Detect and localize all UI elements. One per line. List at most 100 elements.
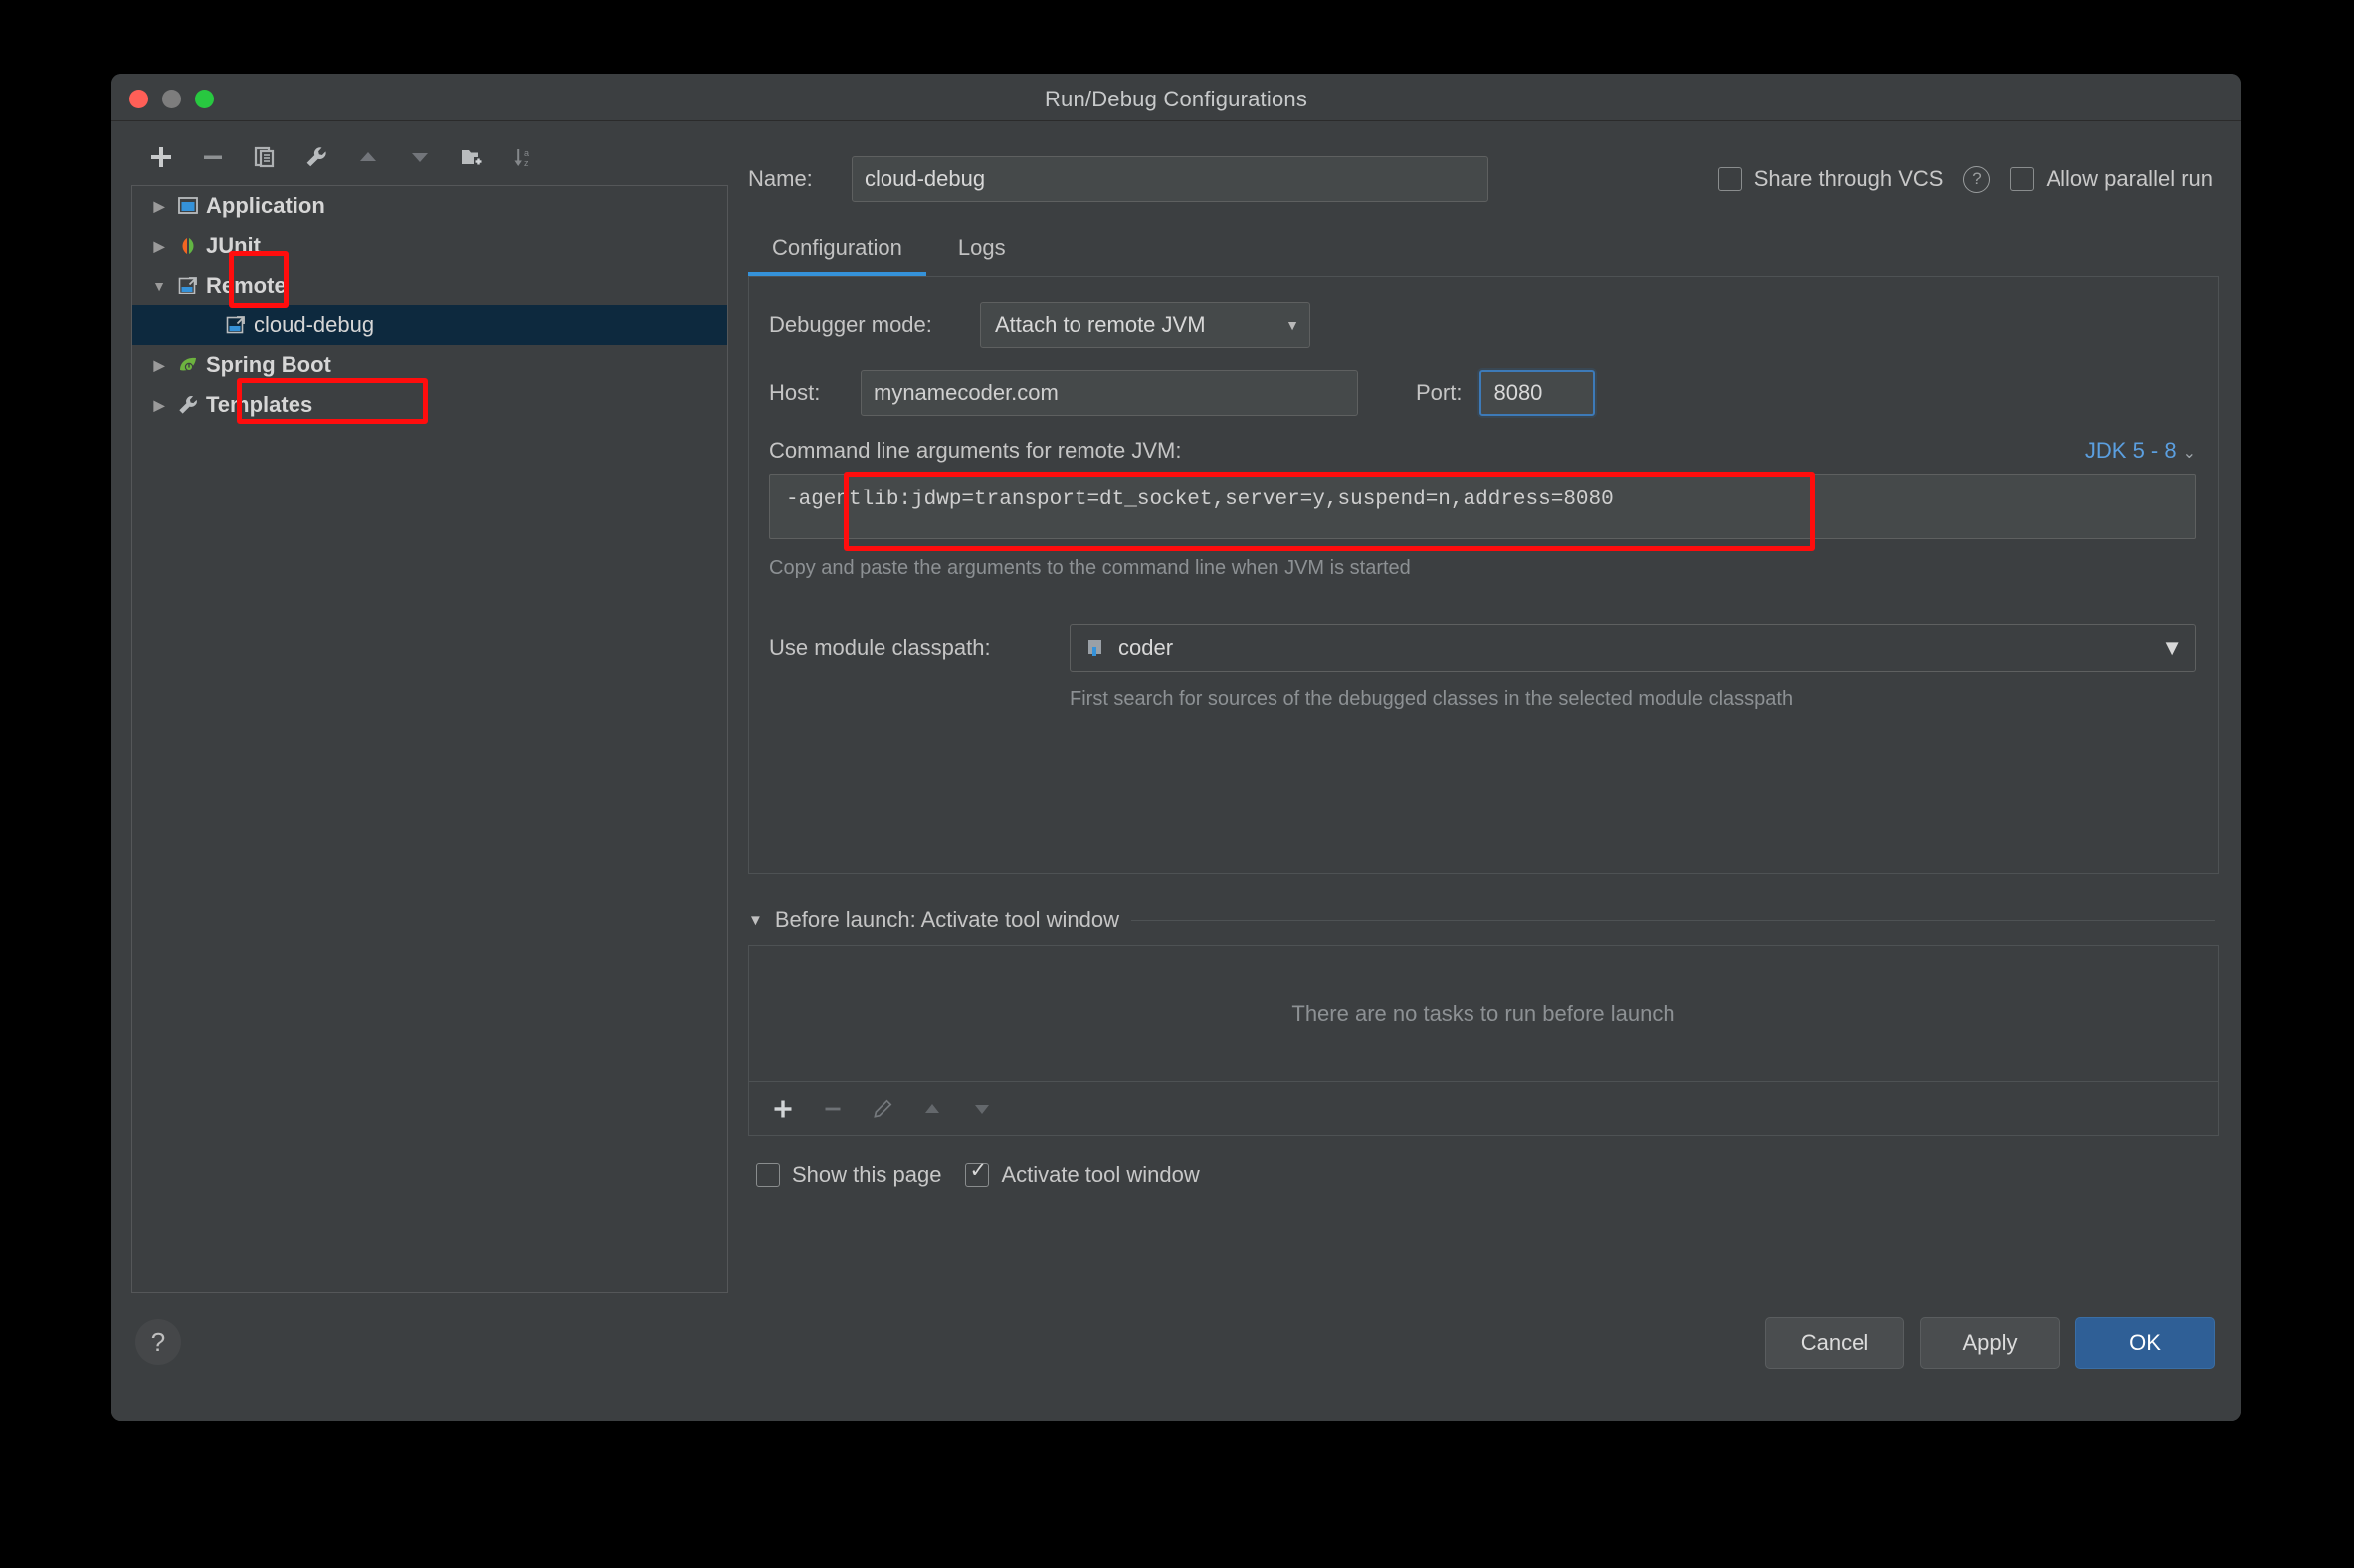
show-this-page-checkbox[interactable]: Show this page — [756, 1162, 941, 1188]
debugger-mode-row: Debugger mode: Attach to remote JVM ▼ — [769, 302, 2218, 348]
arrow-down-icon — [412, 153, 428, 162]
copy-configuration-button[interactable] — [241, 135, 289, 179]
move-down-button[interactable] — [396, 135, 444, 179]
before-launch-task-list[interactable]: There are no tasks to run before launch — [748, 945, 2219, 1082]
allow-parallel-run-checkbox[interactable]: Allow parallel run — [2010, 166, 2213, 192]
jdk-version-link[interactable]: JDK 5 - 8 ⌄ — [2085, 438, 2196, 464]
remote-icon — [220, 313, 252, 337]
show-this-page-label: Show this page — [792, 1162, 942, 1187]
tree-item-templates[interactable]: ▶ Templates — [132, 385, 727, 425]
tree-item-cloud-debug[interactable]: ▶ cloud-debug — [132, 305, 727, 345]
debugger-mode-select[interactable]: Attach to remote JVM ▼ — [980, 302, 1310, 348]
application-icon — [172, 194, 204, 218]
arrow-down-icon — [975, 1104, 989, 1114]
wrench-icon — [172, 393, 204, 417]
module-classpath-value: coder — [1118, 635, 1174, 660]
before-launch-title: Before launch: Activate tool window — [774, 907, 1119, 932]
tree-item-label: Templates — [206, 392, 313, 417]
tree-item-label: Spring Boot — [206, 352, 331, 377]
apply-button[interactable]: Apply — [1920, 1317, 2060, 1369]
sort-az-icon: a z — [514, 148, 529, 168]
activate-tool-window-checkbox[interactable]: Activate tool window — [965, 1159, 1200, 1188]
module-classpath-select[interactable]: coder ▼ — [1070, 624, 2196, 672]
arrow-up-icon — [360, 152, 376, 161]
bottom-checkboxes: Show this page Activate tool window — [748, 1159, 2219, 1188]
expand-arrow-icon[interactable]: ▶ — [146, 357, 172, 374]
collapse-arrow-icon[interactable]: ▼ — [748, 912, 763, 929]
configuration-tab-content: Debugger mode: Attach to remote JVM ▼ Ho… — [748, 277, 2219, 874]
name-input[interactable] — [852, 156, 1488, 202]
tree-item-spring-boot[interactable]: ▶ Spring Boot — [132, 345, 727, 385]
port-label: Port: — [1416, 380, 1463, 405]
share-through-vcs-checkbox[interactable]: Share through VCS — [1717, 166, 1944, 192]
dialog-footer: ? Cancel Apply OK — [111, 1293, 2241, 1421]
new-folder-button[interactable] — [448, 135, 495, 179]
port-input[interactable] — [1477, 368, 1598, 418]
tab-label: Configuration — [772, 235, 902, 260]
checkbox-box[interactable] — [756, 1163, 780, 1187]
configurations-tree-panel: a z ▶ Application ▶ JUnit ▼ Remote cloud… — [131, 129, 728, 1293]
tree-item-label: Remote — [206, 273, 287, 297]
expand-arrow-icon[interactable]: ▶ — [146, 198, 172, 215]
folder-add-icon — [462, 150, 483, 166]
edit-task-button[interactable] — [861, 1089, 904, 1129]
tree-toolbar: a z — [131, 129, 728, 185]
tree-item-label: JUnit — [206, 233, 261, 258]
checkbox-box[interactable] — [965, 1159, 990, 1187]
minus-icon — [825, 1107, 841, 1110]
pencil-icon — [874, 1099, 892, 1118]
move-up-button[interactable] — [344, 135, 392, 179]
window-title: Run/Debug Configurations — [1044, 87, 1308, 111]
add-configuration-button[interactable] — [137, 135, 185, 179]
configurations-tree[interactable]: ▶ Application ▶ JUnit ▼ Remote cloud-deb… — [131, 185, 728, 1293]
cancel-button[interactable]: Cancel — [1765, 1317, 1904, 1369]
remove-configuration-button[interactable] — [189, 135, 237, 179]
sort-button[interactable]: a z — [499, 135, 547, 179]
host-label: Host: — [769, 380, 821, 405]
tree-item-application[interactable]: ▶ Application — [132, 186, 727, 226]
chevron-down-icon: ⌄ — [2182, 445, 2196, 462]
top-checkboxes: Share through VCS ? Allow parallel run — [1717, 165, 2219, 193]
chevron-down-icon: ▼ — [1285, 317, 1299, 333]
footer-buttons: Cancel Apply OK — [1765, 1317, 2215, 1369]
args-header: Command line arguments for remote JVM: J… — [769, 438, 2218, 464]
add-task-button[interactable] — [761, 1089, 805, 1129]
tab-logs[interactable]: Logs — [934, 227, 1030, 277]
tree-item-remote[interactable]: ▼ Remote — [132, 266, 727, 305]
allow-parallel-run-label: Allow parallel run — [2046, 166, 2213, 191]
module-classpath-hint: First search for sources of the debugged… — [1070, 688, 1794, 710]
edit-templates-button[interactable] — [293, 135, 340, 179]
remote-icon — [172, 274, 204, 297]
jdk-version-label: JDK 5 - 8 — [2084, 438, 2177, 463]
move-task-down-button[interactable] — [960, 1089, 1004, 1129]
ok-button[interactable]: OK — [2075, 1317, 2215, 1369]
jvm-arguments-textarea[interactable]: -agentlib:jdwp=transport=dt_socket,serve… — [769, 474, 2196, 539]
share-through-vcs-label: Share through VCS — [1753, 166, 1944, 191]
name-label: Name: — [748, 166, 813, 191]
name-row: Name: Share through VCS ? Allow parallel… — [748, 151, 2219, 207]
module-classpath-label: Use module classpath: — [769, 635, 991, 660]
tree-item-junit[interactable]: ▶ JUnit — [132, 226, 727, 266]
run-debug-configurations-dialog: Run/Debug Configurations a z ▶ Applicati… — [111, 74, 2241, 1421]
args-hint: Copy and paste the arguments to the comm… — [769, 557, 1411, 579]
host-input[interactable] — [861, 370, 1358, 416]
before-launch-toolbar — [748, 1082, 2219, 1136]
checkbox-box[interactable] — [2010, 167, 2035, 191]
move-task-up-button[interactable] — [910, 1089, 954, 1129]
args-title: Command line arguments for remote JVM: — [769, 438, 1182, 463]
tree-item-label: cloud-debug — [254, 312, 375, 337]
remove-task-button[interactable] — [811, 1089, 855, 1129]
chevron-down-icon: ▼ — [2161, 635, 2183, 660]
help-button[interactable]: ? — [135, 1319, 181, 1365]
collapse-arrow-icon[interactable]: ▼ — [146, 278, 172, 294]
before-launch-header[interactable]: ▼ Before launch: Activate tool window — [748, 907, 2219, 933]
checkbox-box[interactable] — [1717, 167, 1742, 191]
help-circle-icon[interactable]: ? — [1963, 165, 1991, 193]
tab-configuration[interactable]: Configuration — [748, 227, 926, 277]
activate-tool-window-label: Activate tool window — [1001, 1162, 1200, 1187]
spring-boot-icon — [172, 353, 204, 377]
expand-arrow-icon[interactable]: ▶ — [146, 238, 172, 255]
configuration-editor-panel: Name: Share through VCS ? Allow parallel… — [748, 129, 2219, 1293]
minus-icon — [204, 155, 222, 159]
expand-arrow-icon[interactable]: ▶ — [146, 397, 172, 414]
